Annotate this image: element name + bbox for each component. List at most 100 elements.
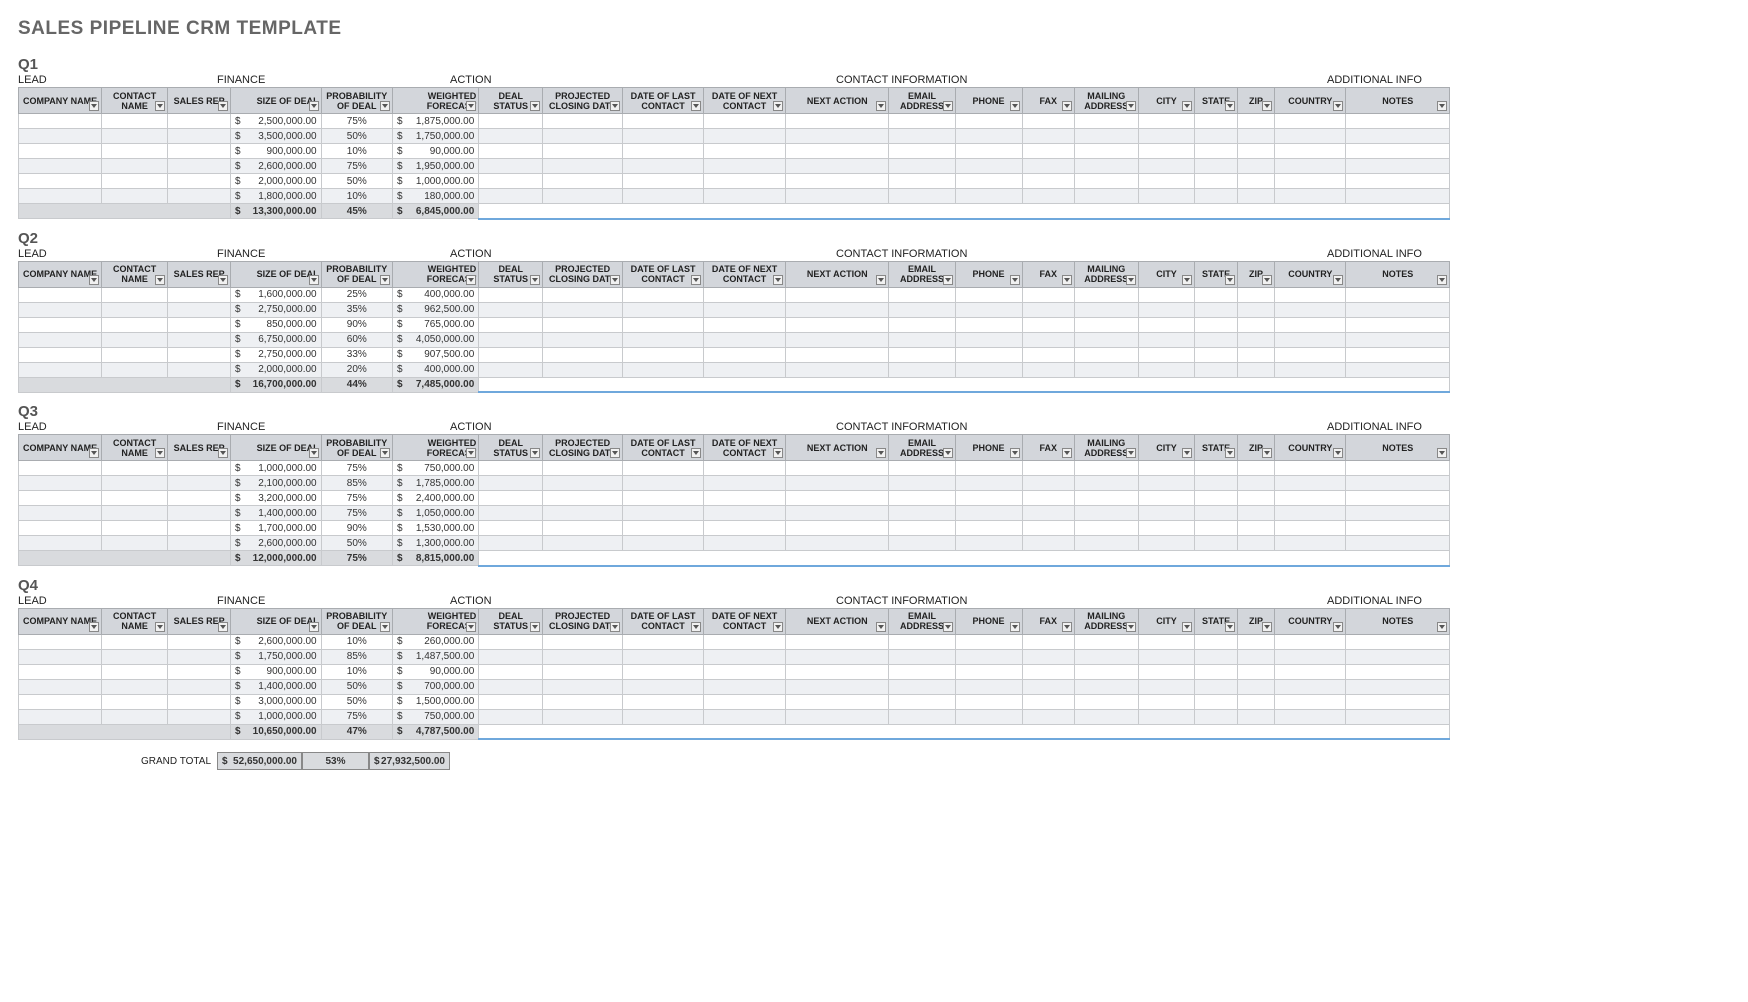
table-cell[interactable] bbox=[786, 347, 889, 362]
table-cell[interactable] bbox=[479, 317, 543, 332]
table-cell[interactable] bbox=[479, 287, 543, 302]
table-cell[interactable] bbox=[1237, 114, 1274, 129]
table-cell[interactable] bbox=[1237, 664, 1274, 679]
table-cell[interactable] bbox=[1195, 476, 1238, 491]
table-cell[interactable] bbox=[1022, 664, 1074, 679]
table-cell[interactable] bbox=[168, 694, 231, 709]
column-header[interactable]: WEIGHTED FORECAST bbox=[392, 261, 478, 287]
table-cell[interactable] bbox=[168, 347, 231, 362]
column-header[interactable]: COMPANY NAME bbox=[19, 435, 102, 461]
table-cell[interactable] bbox=[1138, 709, 1194, 724]
filter-dropdown-icon[interactable] bbox=[1182, 101, 1192, 111]
column-header[interactable]: SIZE OF DEAL bbox=[231, 88, 322, 114]
table-cell[interactable] bbox=[1074, 159, 1138, 174]
table-cell[interactable]: $2,500,000.00 bbox=[231, 114, 322, 129]
filter-dropdown-icon[interactable] bbox=[1010, 275, 1020, 285]
table-cell[interactable] bbox=[543, 317, 623, 332]
table-cell[interactable] bbox=[543, 302, 623, 317]
table-cell[interactable] bbox=[19, 476, 102, 491]
filter-dropdown-icon[interactable] bbox=[466, 101, 476, 111]
filter-dropdown-icon[interactable] bbox=[155, 101, 165, 111]
table-cell[interactable] bbox=[623, 461, 704, 476]
table-cell[interactable] bbox=[19, 302, 102, 317]
table-cell[interactable] bbox=[623, 144, 704, 159]
table-cell[interactable] bbox=[1237, 476, 1274, 491]
column-header[interactable]: STATE bbox=[1195, 88, 1238, 114]
table-cell[interactable] bbox=[102, 287, 168, 302]
table-cell[interactable] bbox=[889, 332, 955, 347]
table-cell[interactable] bbox=[1138, 362, 1194, 377]
table-cell[interactable] bbox=[1022, 694, 1074, 709]
filter-dropdown-icon[interactable] bbox=[89, 101, 99, 111]
table-cell[interactable] bbox=[889, 521, 955, 536]
table-cell[interactable] bbox=[955, 536, 1022, 551]
table-cell[interactable] bbox=[1138, 694, 1194, 709]
filter-dropdown-icon[interactable] bbox=[155, 622, 165, 632]
table-cell[interactable] bbox=[889, 144, 955, 159]
filter-dropdown-icon[interactable] bbox=[876, 622, 886, 632]
table-cell[interactable] bbox=[479, 649, 543, 664]
table-cell[interactable] bbox=[1237, 634, 1274, 649]
filter-dropdown-icon[interactable] bbox=[1182, 622, 1192, 632]
table-cell[interactable] bbox=[1346, 709, 1450, 724]
table-cell[interactable] bbox=[479, 664, 543, 679]
filter-dropdown-icon[interactable] bbox=[89, 622, 99, 632]
table-cell[interactable] bbox=[1138, 302, 1194, 317]
table-cell[interactable]: $2,600,000.00 bbox=[231, 536, 322, 551]
table-cell[interactable] bbox=[19, 347, 102, 362]
filter-dropdown-icon[interactable] bbox=[218, 275, 228, 285]
table-cell[interactable] bbox=[786, 332, 889, 347]
table-cell[interactable] bbox=[704, 174, 786, 189]
table-cell[interactable] bbox=[704, 679, 786, 694]
table-cell[interactable] bbox=[1022, 362, 1074, 377]
filter-dropdown-icon[interactable] bbox=[610, 448, 620, 458]
table-cell[interactable] bbox=[704, 521, 786, 536]
column-header[interactable]: SALES REP bbox=[168, 261, 231, 287]
filter-dropdown-icon[interactable] bbox=[943, 275, 953, 285]
table-cell[interactable] bbox=[1275, 189, 1346, 204]
filter-dropdown-icon[interactable] bbox=[1182, 448, 1192, 458]
column-header[interactable]: ZIP bbox=[1237, 261, 1274, 287]
column-header[interactable]: PROBABILITY OF DEAL bbox=[321, 261, 392, 287]
table-cell[interactable]: $900,000.00 bbox=[231, 144, 322, 159]
table-cell[interactable] bbox=[786, 634, 889, 649]
table-cell[interactable] bbox=[1022, 159, 1074, 174]
table-cell[interactable] bbox=[1237, 521, 1274, 536]
table-cell[interactable] bbox=[1237, 536, 1274, 551]
table-cell[interactable] bbox=[102, 491, 168, 506]
table-cell[interactable] bbox=[955, 506, 1022, 521]
table-cell[interactable] bbox=[1195, 347, 1238, 362]
table-cell[interactable] bbox=[168, 144, 231, 159]
table-cell[interactable] bbox=[1022, 521, 1074, 536]
table-cell[interactable] bbox=[479, 491, 543, 506]
column-header[interactable]: WEIGHTED FORECAST bbox=[392, 608, 478, 634]
table-cell[interactable] bbox=[479, 332, 543, 347]
table-cell[interactable] bbox=[704, 114, 786, 129]
table-cell[interactable] bbox=[1346, 114, 1450, 129]
table-cell[interactable] bbox=[543, 287, 623, 302]
table-cell[interactable] bbox=[168, 679, 231, 694]
table-cell[interactable] bbox=[623, 114, 704, 129]
table-cell[interactable] bbox=[1346, 159, 1450, 174]
table-cell[interactable] bbox=[623, 536, 704, 551]
table-cell[interactable] bbox=[623, 174, 704, 189]
table-cell[interactable]: $3,200,000.00 bbox=[231, 491, 322, 506]
table-row[interactable]: $3,000,000.0050%$1,500,000.00 bbox=[19, 694, 1450, 709]
table-cell[interactable] bbox=[479, 506, 543, 521]
table-cell[interactable] bbox=[479, 189, 543, 204]
table-cell[interactable]: $1,500,000.00 bbox=[392, 694, 478, 709]
filter-dropdown-icon[interactable] bbox=[380, 101, 390, 111]
column-header[interactable]: ZIP bbox=[1237, 88, 1274, 114]
table-cell[interactable] bbox=[479, 144, 543, 159]
table-cell[interactable] bbox=[889, 317, 955, 332]
filter-dropdown-icon[interactable] bbox=[1262, 448, 1272, 458]
column-header[interactable]: PROJECTED CLOSING DATE bbox=[543, 261, 623, 287]
table-cell[interactable]: 75% bbox=[321, 506, 392, 521]
table-cell[interactable] bbox=[1195, 144, 1238, 159]
table-cell[interactable]: $750,000.00 bbox=[392, 709, 478, 724]
table-cell[interactable] bbox=[1195, 536, 1238, 551]
table-cell[interactable] bbox=[786, 302, 889, 317]
table-row[interactable]: $1,000,000.0075%$750,000.00 bbox=[19, 461, 1450, 476]
table-cell[interactable]: $962,500.00 bbox=[392, 302, 478, 317]
column-header[interactable]: SIZE OF DEAL bbox=[231, 608, 322, 634]
